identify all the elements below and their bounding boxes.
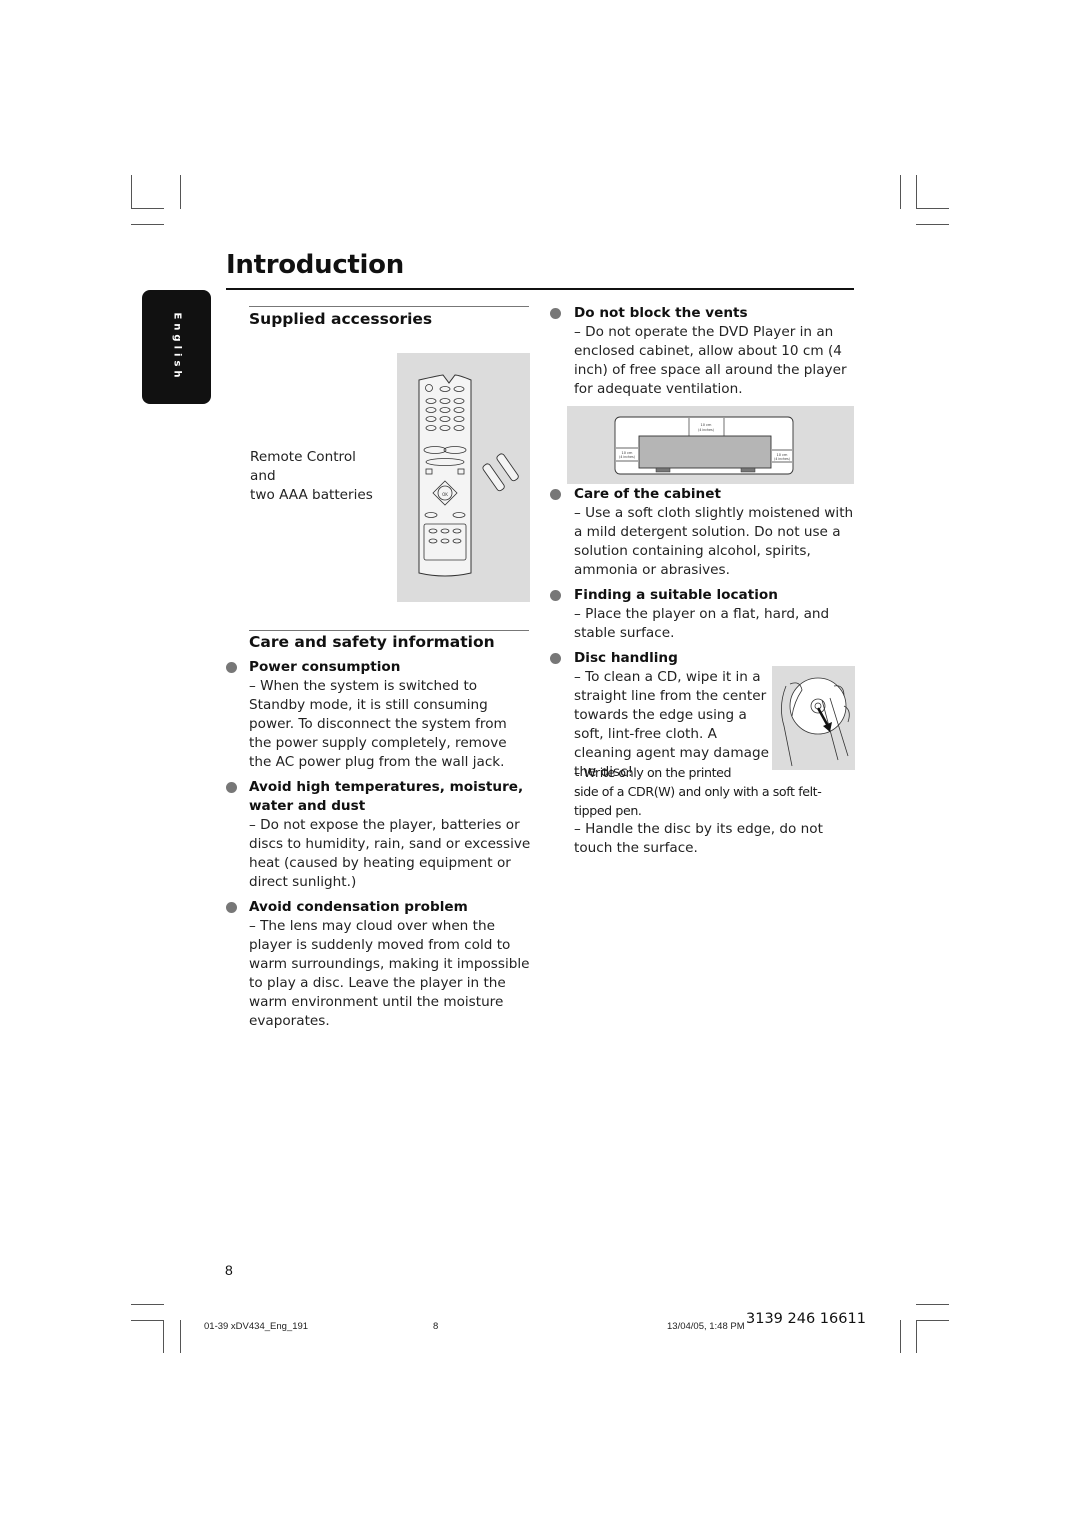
svg-text:OK: OK (442, 492, 448, 497)
bullet-icon (226, 902, 237, 913)
footer-page: 8 (433, 1321, 439, 1332)
item-text-do-not-block-vents: – Do not operate the DVD Player in an en… (574, 324, 847, 397)
item-text-avoid-condensation: – The lens may cloud over when the playe… (249, 918, 530, 1029)
bullet-icon (550, 489, 561, 500)
page-number: 8 (225, 1262, 233, 1278)
bullet-icon (226, 782, 237, 793)
remote-control-image: OK (397, 353, 530, 602)
crop-mark (916, 1320, 917, 1353)
item-title-finding-location: Finding a suitable location (574, 587, 778, 603)
item-title-do-not-block-vents: Do not block the vents (574, 305, 748, 321)
vent-left-sublabel: (4 inches) (619, 455, 635, 459)
crop-mark (916, 1320, 949, 1321)
crop-mark (131, 1320, 164, 1321)
section-rule (249, 306, 529, 307)
page-title: Introduction (226, 250, 404, 280)
item-title-care-of-cabinet: Care of the cabinet (574, 486, 721, 502)
crop-mark (916, 224, 949, 225)
crop-mark (180, 175, 181, 209)
crop-mark (916, 208, 949, 209)
vent-top-sublabel: (4 inches) (698, 428, 714, 432)
item-text-care-of-cabinet: – Use a soft cloth slightly moistened wi… (574, 505, 854, 578)
disc-wipe-icon (781, 677, 850, 767)
document-code: 3139 246 16611 (746, 1311, 866, 1327)
item-text-write-only-2: side of a CDR(W) and only with a soft fe… (574, 784, 822, 818)
crop-mark (900, 1320, 901, 1353)
crop-mark (916, 175, 917, 209)
item-text-power-consumption: – When the system is switched to Standby… (249, 678, 507, 770)
section-heading-supplied-accessories: Supplied accessories (249, 310, 433, 328)
disc-handling-image (772, 666, 855, 770)
crop-mark (131, 224, 164, 225)
item-title-disc-handling: Disc handling (574, 650, 678, 666)
section-rule (249, 630, 529, 631)
footer-timestamp: 13/04/05, 1:48 PM (667, 1321, 745, 1332)
crop-mark (131, 1304, 164, 1305)
bullet-icon (550, 308, 561, 319)
title-rule (226, 288, 854, 290)
crop-mark (180, 1320, 181, 1353)
crop-mark (131, 208, 164, 209)
item-title-avoid-condensation: Avoid condensation problem (249, 899, 468, 915)
ventilation-diagram-graphic: 10 cm (4 inches) 10 cm (4 inches) 10 cm … (614, 416, 794, 475)
bullet-icon (550, 590, 561, 601)
item-text-avoid-high-temperatures: – Do not expose the player, batteries or… (249, 817, 531, 890)
bullet-icon (550, 653, 561, 664)
bullet-icon (226, 662, 237, 673)
crop-mark (131, 175, 132, 209)
crop-mark (916, 1304, 949, 1305)
ventilation-diagram: 10 cm (4 inches) 10 cm (4 inches) 10 cm … (567, 406, 854, 484)
item-title-power-consumption: Power consumption (249, 659, 401, 675)
crop-mark (900, 175, 901, 209)
remote-control-icon: OK (418, 374, 519, 577)
item-title-avoid-high-temperatures: Avoid high temperatures, moisture, water… (249, 779, 524, 814)
language-tab-label: English (171, 312, 182, 382)
item-text-write-only-1: – Write only on the printed (574, 765, 732, 780)
language-tab: English (142, 290, 211, 404)
item-text-finding-location: – Place the player on a flat, hard, and … (574, 606, 830, 641)
vent-right-sublabel: (4 inches) (774, 457, 790, 461)
accessories-caption: Remote Control and two AAA batteries (250, 449, 373, 503)
footer-filename: 01-39 xDV434_Eng_191 (204, 1321, 309, 1332)
section-heading-care-safety: Care and safety information (249, 633, 495, 651)
vent-top-label: 10 cm (701, 423, 712, 427)
crop-mark (163, 1320, 164, 1353)
item-text-handle-edge: – Handle the disc by its edge, do not to… (574, 821, 823, 856)
